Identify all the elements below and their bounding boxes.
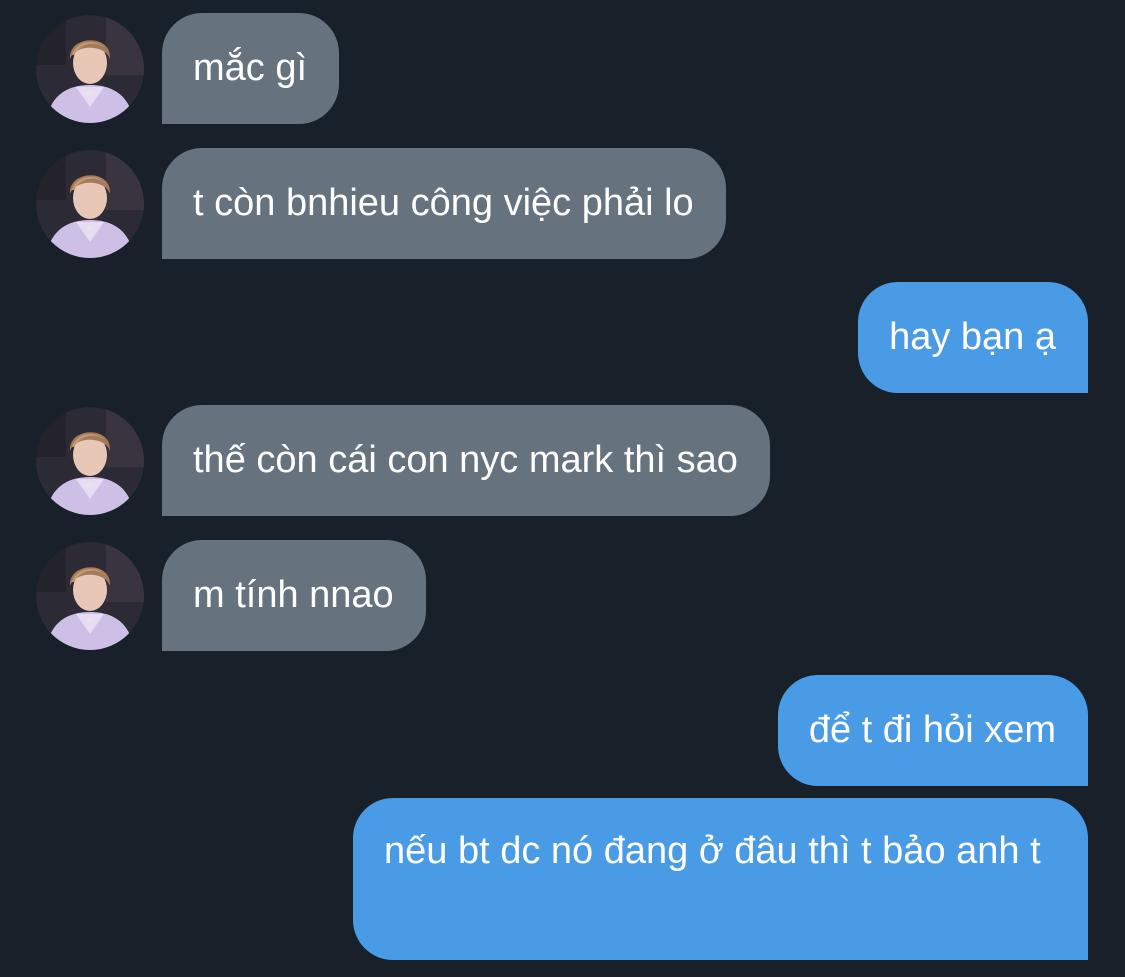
profile-photo-icon — [36, 15, 144, 123]
avatar[interactable] — [36, 150, 144, 258]
incoming-message-bubble[interactable]: thế còn cái con nyc mark thì sao — [162, 405, 770, 516]
profile-photo-icon — [36, 407, 144, 515]
avatar[interactable] — [36, 407, 144, 515]
incoming-message-bubble[interactable]: m tính nnao — [162, 540, 426, 651]
profile-photo-icon — [36, 542, 144, 650]
outgoing-message-bubble[interactable]: để t đi hỏi xem — [777, 675, 1088, 786]
profile-photo-icon — [36, 150, 144, 258]
outgoing-message-bubble[interactable]: nếu bt dc nó đang ở đâu thì t bảo anh t — [353, 798, 1088, 960]
incoming-message-bubble[interactable]: mắc gì — [162, 13, 340, 124]
avatar[interactable] — [36, 542, 144, 650]
outgoing-message-bubble[interactable]: hay bạn ạ — [858, 282, 1088, 393]
avatar[interactable] — [36, 15, 144, 123]
incoming-message-bubble[interactable]: t còn bnhieu công việc phải lo — [162, 148, 726, 259]
chat-thread: mắc gì t còn bnhieu công việc phải lo ha… — [0, 0, 1125, 977]
